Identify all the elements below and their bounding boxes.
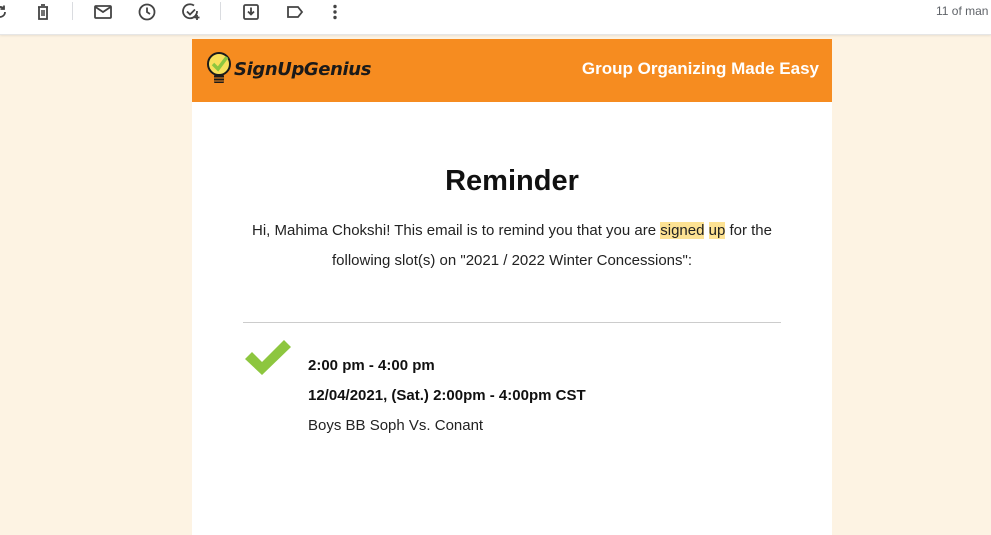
brand-name: SignUpGenius xyxy=(234,59,372,80)
search-highlight: signed xyxy=(660,222,705,239)
lightbulb-icon xyxy=(207,52,231,83)
refresh-icon[interactable] xyxy=(0,2,10,22)
checkmark-icon xyxy=(245,340,291,375)
slot-time: 2:00 pm - 4:00 pm xyxy=(308,357,435,374)
reminder-heading: Reminder xyxy=(445,165,579,197)
snooze-icon[interactable] xyxy=(137,2,157,22)
toolbar-divider xyxy=(220,2,221,20)
brand-tagline: Group Organizing Made Easy xyxy=(581,59,819,78)
slot-description: Boys BB Soph Vs. Conant xyxy=(308,417,484,434)
move-to-icon[interactable] xyxy=(241,2,261,22)
signupgenius-logo[interactable]: SignUpGenius xyxy=(206,50,371,90)
gmail-toolbar: 11 of man xyxy=(0,0,991,35)
intro-text xyxy=(704,222,708,239)
delete-icon[interactable] xyxy=(33,2,53,22)
signupgenius-banner: SignUpGenius Group Organizing Made Easy xyxy=(192,39,832,102)
email-body: SignUpGenius Group Organizing Made Easy … xyxy=(192,39,832,535)
add-task-icon[interactable] xyxy=(181,2,201,22)
toolbar-divider xyxy=(72,2,73,20)
search-highlight: up xyxy=(708,222,726,239)
reminder-intro: Hi, Mahima Chokshi! This email is to rem… xyxy=(242,216,782,276)
page-count: 11 of man xyxy=(936,4,989,18)
more-options-icon[interactable] xyxy=(325,2,345,22)
divider xyxy=(243,322,781,323)
intro-text: Hi, Mahima Chokshi! This email is to rem… xyxy=(252,222,661,239)
label-icon[interactable] xyxy=(285,2,305,22)
slot-date: 12/04/2021, (Sat.) 2:00pm - 4:00pm CST xyxy=(308,387,586,404)
mark-unread-icon[interactable] xyxy=(93,2,113,22)
